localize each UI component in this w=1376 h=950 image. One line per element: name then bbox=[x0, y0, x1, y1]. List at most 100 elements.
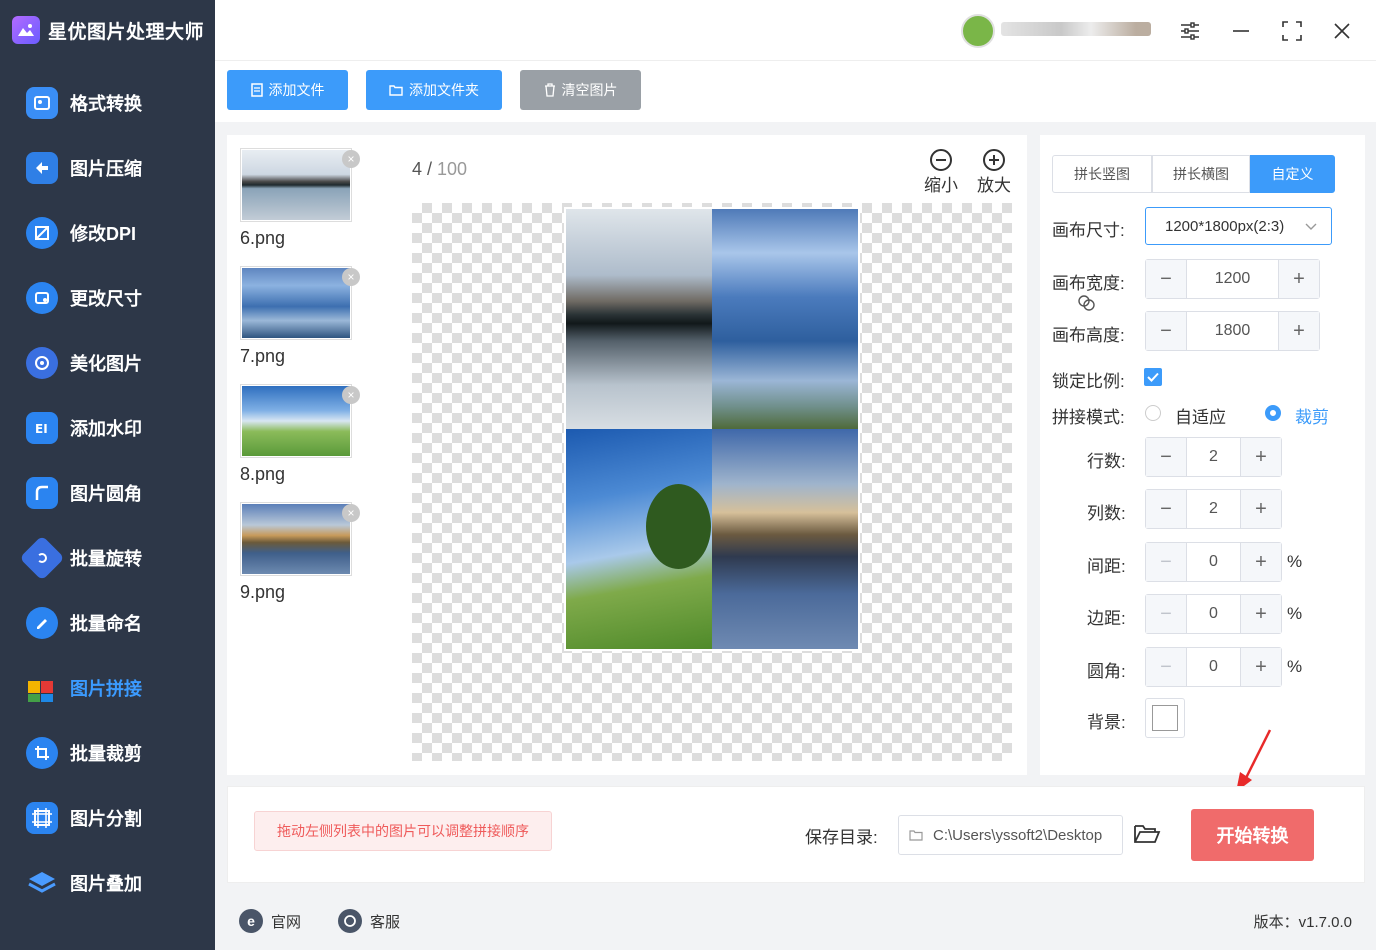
support-link[interactable]: 客服 bbox=[338, 909, 400, 933]
cols-label: 列数: bbox=[1087, 504, 1126, 523]
canvas-height-value[interactable]: 1800 bbox=[1186, 312, 1279, 350]
sidebar-item-crop[interactable]: 批量裁剪 bbox=[0, 720, 215, 785]
app-logo-icon bbox=[12, 16, 40, 44]
save-directory-label: 保存目录: bbox=[805, 828, 878, 847]
decrement-button[interactable]: − bbox=[1146, 648, 1186, 686]
sidebar-item-rounded-corner[interactable]: 图片圆角 bbox=[0, 460, 215, 525]
action-panel: 拖动左侧列表中的图片可以调整拼接顺序 保存目录: C:\Users\yssoft… bbox=[227, 786, 1365, 883]
margin-value[interactable]: 0 bbox=[1186, 595, 1241, 633]
sidebar-item-label: 图片叠加 bbox=[70, 873, 142, 894]
radius-label: 圆角: bbox=[1087, 662, 1126, 681]
remove-thumbnail-button[interactable]: × bbox=[342, 150, 360, 168]
image-convert-icon bbox=[26, 86, 58, 119]
add-folder-button[interactable]: 添加文件夹 bbox=[366, 70, 502, 110]
decrement-button[interactable]: − bbox=[1146, 260, 1186, 298]
close-button[interactable] bbox=[1325, 14, 1359, 48]
remove-thumbnail-button[interactable]: × bbox=[342, 386, 360, 404]
settings-button[interactable] bbox=[1173, 14, 1207, 48]
browse-folder-button[interactable] bbox=[1133, 821, 1163, 849]
background-color-swatch bbox=[1152, 705, 1178, 731]
mode-crop-label[interactable]: 裁剪 bbox=[1295, 403, 1329, 428]
rows-value[interactable]: 2 bbox=[1186, 438, 1241, 476]
save-path-input[interactable]: C:\Users\yssoft2\Desktop bbox=[898, 815, 1123, 855]
canvas-size-value: 1200*1800px(2:3) bbox=[1165, 217, 1285, 235]
decrement-button[interactable]: − bbox=[1146, 490, 1186, 528]
puzzle-icon bbox=[26, 672, 58, 704]
website-link[interactable]: e 官网 bbox=[239, 909, 301, 933]
sidebar-item-split[interactable]: 图片分割 bbox=[0, 785, 215, 850]
add-file-button[interactable]: 添加文件 bbox=[227, 70, 348, 110]
user-avatar[interactable] bbox=[961, 14, 995, 48]
zoom-out-label: 缩小 bbox=[924, 176, 958, 195]
remove-thumbnail-button[interactable]: × bbox=[342, 504, 360, 522]
folder-open-icon bbox=[1134, 825, 1161, 843]
mode-fit-label[interactable]: 自适应 bbox=[1175, 403, 1226, 428]
remove-thumbnail-button[interactable]: × bbox=[342, 268, 360, 286]
browser-icon: e bbox=[239, 909, 263, 933]
canvas-height-label: 画布高度: bbox=[1052, 326, 1125, 345]
mode-crop-radio[interactable] bbox=[1265, 405, 1281, 421]
canvas-height-stepper: − 1800 + bbox=[1145, 311, 1320, 351]
zoom-out-button[interactable]: 缩小 bbox=[924, 149, 958, 196]
margin-unit: % bbox=[1287, 604, 1303, 623]
increment-button[interactable]: + bbox=[1241, 490, 1281, 528]
zoom-in-label: 放大 bbox=[977, 176, 1011, 195]
sidebar-item-compress[interactable]: 图片压缩 bbox=[0, 135, 215, 200]
increment-button[interactable]: + bbox=[1241, 648, 1281, 686]
dpi-icon bbox=[26, 216, 58, 249]
spacing-value[interactable]: 0 bbox=[1186, 543, 1241, 581]
compress-icon bbox=[26, 151, 58, 184]
maximize-button[interactable] bbox=[1275, 14, 1309, 48]
split-icon bbox=[26, 801, 58, 834]
thumbnail-item[interactable]: × 9.png bbox=[240, 502, 360, 603]
sidebar-item-overlay[interactable]: 图片叠加 bbox=[0, 850, 215, 915]
sidebar-item-format-convert[interactable]: 格式转换 bbox=[0, 70, 215, 135]
mode-fit-radio[interactable] bbox=[1145, 405, 1161, 421]
thumbnail-item[interactable]: × 8.png bbox=[240, 384, 360, 485]
sidebar-item-label: 批量裁剪 bbox=[70, 743, 142, 764]
sidebar-item-watermark[interactable]: EI 添加水印 bbox=[0, 395, 215, 460]
thumbnail-item[interactable]: × 6.png bbox=[240, 148, 360, 249]
canvas-size-select[interactable]: 1200*1800px(2:3) bbox=[1145, 207, 1332, 245]
lock-ratio-checkbox[interactable] bbox=[1144, 368, 1162, 386]
zoom-in-button[interactable]: 放大 bbox=[977, 149, 1011, 196]
folder-icon bbox=[389, 85, 403, 96]
sliders-icon bbox=[1181, 22, 1199, 40]
tab-vertical-stitch[interactable]: 拼长竖图 bbox=[1052, 155, 1152, 193]
tab-horizontal-stitch[interactable]: 拼长横图 bbox=[1152, 155, 1250, 193]
decrement-button[interactable]: − bbox=[1146, 312, 1186, 350]
link-icon[interactable] bbox=[1077, 294, 1097, 312]
page-counter: 4 / 100 bbox=[412, 159, 467, 180]
increment-button[interactable]: + bbox=[1279, 312, 1319, 350]
clear-images-button[interactable]: 清空图片 bbox=[520, 70, 641, 110]
sidebar-item-label: 美化图片 bbox=[70, 353, 142, 374]
increment-button[interactable]: + bbox=[1241, 595, 1281, 633]
user-name-blurred bbox=[1001, 22, 1151, 36]
rename-icon bbox=[26, 606, 58, 639]
chevron-down-icon bbox=[1305, 223, 1317, 230]
decrement-button[interactable]: − bbox=[1146, 543, 1186, 581]
thumbnail-item[interactable]: × 7.png bbox=[240, 266, 360, 367]
sidebar-item-label: 格式转换 bbox=[70, 93, 142, 114]
sidebar-item-beautify[interactable]: 美化图片 bbox=[0, 330, 215, 395]
sidebar-item-resize[interactable]: 更改尺寸 bbox=[0, 265, 215, 330]
decrement-button[interactable]: − bbox=[1146, 438, 1186, 476]
background-color-picker[interactable] bbox=[1145, 698, 1185, 738]
start-convert-button[interactable]: 开始转换 bbox=[1191, 809, 1314, 861]
tab-custom[interactable]: 自定义 bbox=[1250, 155, 1335, 193]
sidebar-item-stitch[interactable]: 图片拼接 bbox=[0, 655, 215, 720]
canvas-width-value[interactable]: 1200 bbox=[1186, 260, 1279, 298]
sidebar-item-dpi[interactable]: 修改DPI bbox=[0, 200, 215, 265]
support-label: 客服 bbox=[370, 913, 401, 931]
radius-value[interactable]: 0 bbox=[1186, 648, 1241, 686]
cols-value[interactable]: 2 bbox=[1186, 490, 1241, 528]
increment-button[interactable]: + bbox=[1279, 260, 1319, 298]
increment-button[interactable]: + bbox=[1241, 438, 1281, 476]
sidebar-item-rename[interactable]: 批量命名 bbox=[0, 590, 215, 655]
thumbnail-name: 6.png bbox=[240, 228, 286, 248]
sidebar-item-rotate[interactable]: 批量旋转 bbox=[0, 525, 215, 590]
increment-button[interactable]: + bbox=[1241, 543, 1281, 581]
minimize-button[interactable] bbox=[1224, 14, 1258, 48]
decrement-button[interactable]: − bbox=[1146, 595, 1186, 633]
file-icon bbox=[250, 83, 263, 97]
